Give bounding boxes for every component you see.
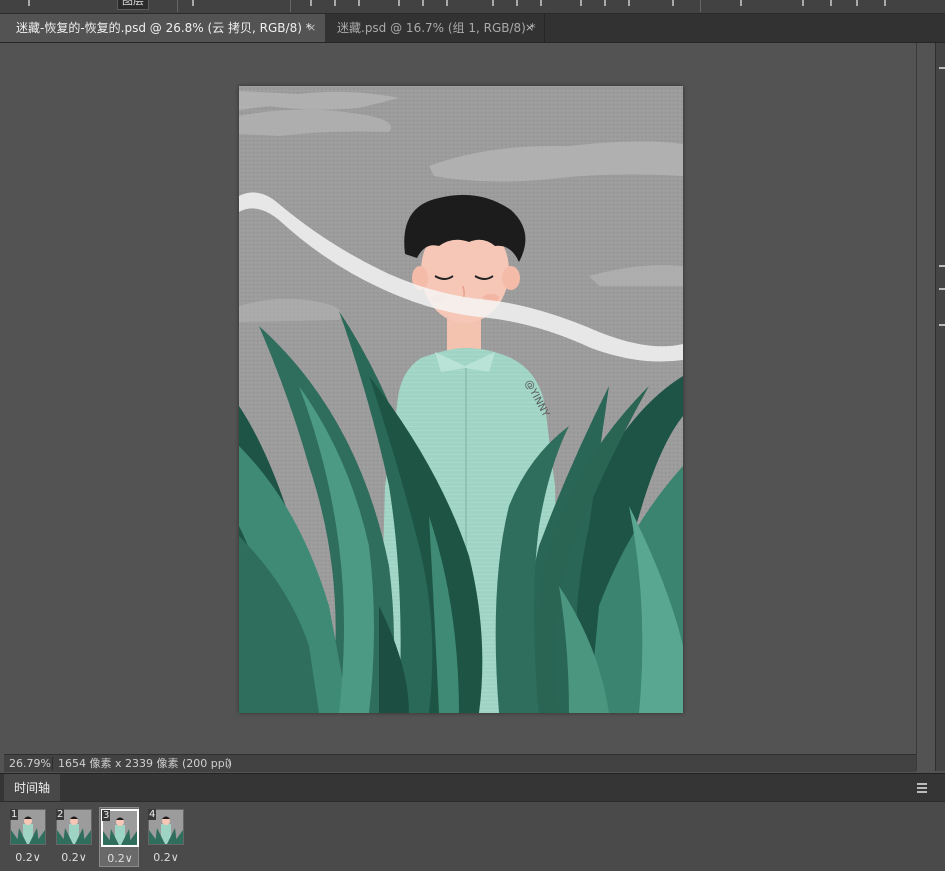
frame-delay: 0.2	[61, 851, 79, 864]
ear	[502, 266, 520, 290]
rotate-3d-icon[interactable]	[798, 0, 808, 8]
frame-number: 1	[10, 809, 19, 820]
zoom-level[interactable]: 26.79%	[9, 755, 51, 772]
document-info: 1654 像素 x 2339 像素 (200 ppi)	[58, 757, 233, 770]
divider	[177, 0, 178, 12]
panel-handle-icon[interactable]	[939, 324, 945, 326]
align-left-icon[interactable]	[394, 0, 404, 8]
frame-delay-dropdown[interactable]: 0.2∨	[100, 852, 140, 865]
panel-handle-icon[interactable]	[939, 288, 945, 290]
timeline-frame-selected[interactable]: 3 0.2∨	[99, 807, 139, 867]
frame-delay: 0.2	[15, 851, 33, 864]
roll-3d-icon[interactable]	[826, 0, 836, 8]
canvas-area[interactable]: @YINNY	[4, 43, 916, 754]
options-bar: 图层	[0, 0, 945, 14]
timeline-frame[interactable]: 4 0.2∨	[146, 807, 186, 867]
align-top-icon[interactable]	[306, 0, 316, 8]
auto-align-icon[interactable]	[668, 0, 678, 8]
close-icon[interactable]: ×	[525, 14, 534, 42]
panel-handle-icon[interactable]	[939, 265, 945, 267]
align-right-icon[interactable]	[442, 0, 452, 8]
distribute-center-icon[interactable]	[600, 0, 610, 8]
tool-icon[interactable]	[24, 0, 34, 8]
status-bar: 26.79% 1654 像素 x 2339 像素 (200 ppi) 〉	[4, 754, 916, 772]
layer-select-dropdown[interactable]: 图层	[117, 0, 149, 10]
frame-delay-dropdown[interactable]: 0.2∨	[8, 851, 48, 864]
slide-3d-icon[interactable]	[880, 0, 890, 8]
distribute-right-icon[interactable]	[624, 0, 634, 8]
timeline-tab[interactable]: 时间轴	[4, 774, 61, 802]
distribute-bottom-icon[interactable]	[536, 0, 546, 8]
close-icon[interactable]: ×	[307, 14, 316, 42]
align-middle-icon[interactable]	[330, 0, 340, 8]
frame-number: 2	[56, 809, 65, 820]
document-tab-active[interactable]: 迷藏-恢复的-恢复的.psd @ 26.8% (云 拷贝, RGB/8) * ×	[0, 14, 325, 42]
pan-3d-icon[interactable]	[852, 0, 862, 8]
divider	[700, 0, 701, 12]
panel-handle-icon[interactable]	[939, 67, 945, 69]
chevron-down-icon: ∨	[124, 852, 133, 865]
panel-menu-icon[interactable]	[917, 783, 927, 793]
expand-arrow-icon[interactable]: 〉	[226, 755, 237, 772]
divider	[290, 0, 291, 12]
artwork-illustration: @YINNY	[239, 86, 683, 713]
chevron-down-icon: ∨	[78, 851, 87, 864]
timeline-panel-header: 时间轴	[0, 773, 945, 802]
document-tab-inactive[interactable]: 迷藏.psd @ 16.7% (组 1, RGB/8) * ×	[325, 14, 545, 42]
frame-delay: 0.2	[153, 851, 171, 864]
frame-number: 3	[102, 810, 111, 821]
frame-delay-dropdown[interactable]: 0.2∨	[54, 851, 94, 864]
frame-delay-dropdown[interactable]: 0.2∨	[146, 851, 186, 864]
distribute-top-icon[interactable]	[488, 0, 498, 8]
timeline-frame[interactable]: 2 0.2∨	[54, 807, 94, 867]
chevron-down-icon: ∨	[170, 851, 179, 864]
3d-mode-icon[interactable]	[736, 0, 746, 8]
distribute-middle-icon[interactable]	[512, 0, 522, 8]
checkbox-icon[interactable]	[188, 0, 198, 8]
artwork-canvas[interactable]: @YINNY	[239, 86, 683, 713]
align-bottom-icon[interactable]	[354, 0, 364, 8]
frame-number: 4	[148, 809, 157, 820]
divider	[52, 757, 53, 770]
chevron-down-icon: ∨	[32, 851, 41, 864]
document-tab-title: 迷藏-恢复的-恢复的.psd @ 26.8% (云 拷贝, RGB/8) *	[16, 21, 312, 35]
frame-delay: 0.2	[107, 852, 125, 865]
document-tab-title: 迷藏.psd @ 16.7% (组 1, RGB/8) *	[337, 21, 536, 35]
timeline-frames: 1 0.2∨ 2 0.2∨ 3 0.2∨ 4 0.2∨	[0, 801, 945, 871]
document-tab-bar: 迷藏-恢复的-恢复的.psd @ 26.8% (云 拷贝, RGB/8) * ×…	[0, 14, 945, 43]
timeline-frame[interactable]: 1 0.2∨	[8, 807, 48, 867]
panel-dock	[935, 43, 945, 771]
distribute-left-icon[interactable]	[576, 0, 586, 8]
align-center-icon[interactable]	[418, 0, 428, 8]
right-panel-strip	[916, 43, 945, 771]
